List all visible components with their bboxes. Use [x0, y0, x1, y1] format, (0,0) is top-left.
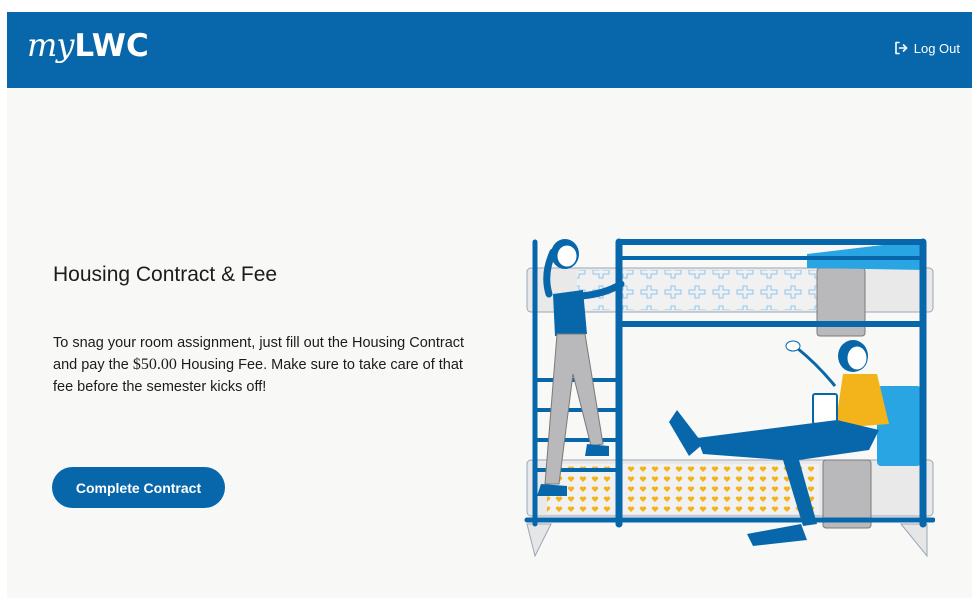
logo-lwc-text: LWC — [74, 28, 149, 64]
logo-my-text: my — [27, 26, 74, 64]
complete-contract-button[interactable]: Complete Contract — [52, 467, 225, 508]
page: my LWC Log Out Housing Contract & Fee To… — [7, 12, 972, 598]
logout-button[interactable]: Log Out — [893, 40, 960, 56]
logout-icon — [894, 41, 908, 55]
page-title: Housing Contract & Fee — [53, 263, 278, 286]
mylwc-logo[interactable]: my LWC — [27, 26, 149, 74]
logout-label: Log Out — [913, 40, 960, 56]
housing-description: To snag your room assignment, just fill … — [53, 332, 473, 398]
housing-fee-amount: $50.00 — [132, 356, 177, 373]
top-navbar: my LWC Log Out — [7, 12, 972, 88]
bunk-bed-illustration — [524, 238, 935, 558]
